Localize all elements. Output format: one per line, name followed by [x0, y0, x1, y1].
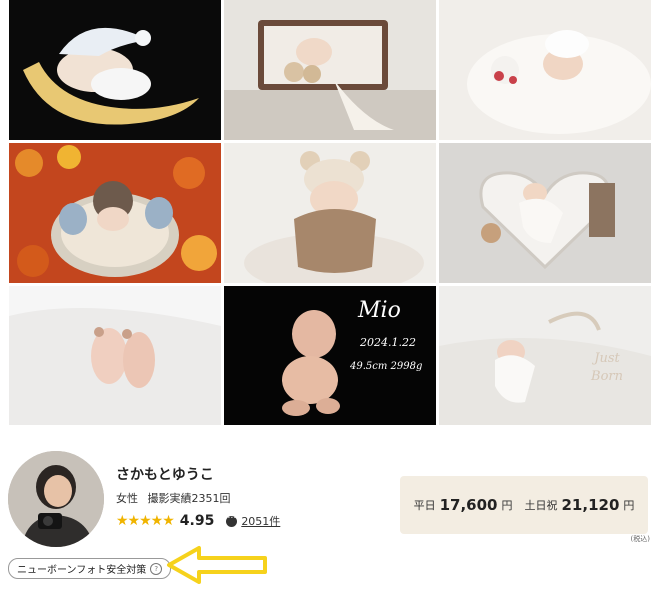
caption-line: Just [594, 351, 620, 366]
weekday-label: 平日 [413, 499, 436, 512]
gallery-photo[interactable] [439, 143, 651, 283]
safety-measures-badge[interactable]: ニューボーンフォト安全対策 ? [8, 558, 172, 579]
review-count-link[interactable]: 2051件 [241, 513, 280, 529]
tax-note: (税込) [630, 535, 650, 543]
weekday-price: 17,600 [439, 496, 498, 514]
rating-value: 4.95 [179, 513, 215, 529]
currency-label: 円 [623, 499, 635, 512]
photo-autumn-leaves [9, 143, 221, 283]
gallery-photo[interactable] [9, 286, 221, 425]
photographer-profile: さかもとゆうこ 女性 撮影実績2351回 ★★★★★ 4.95 2051件 ニュ… [0, 440, 662, 596]
photo-caption-overlay: Just Born [591, 350, 623, 386]
photo-mio-portrait [224, 286, 436, 425]
help-icon[interactable]: ? [150, 562, 163, 575]
photo-gallery: Mio 2024.1.22 49.5cm 2998g Just Born [9, 0, 651, 425]
photo-bear-hat [224, 143, 436, 283]
gender-label: 女性 [116, 492, 138, 505]
photo-stats-overlay: 49.5cm 2998g [350, 361, 423, 372]
caption-line: Born [591, 369, 623, 384]
photo-moon-pillow [9, 0, 221, 140]
avatar[interactable] [8, 451, 104, 547]
gallery-photo[interactable] [9, 143, 221, 283]
photographer-name[interactable]: さかもとゆうこ [116, 464, 214, 484]
star-rating-icon: ★★★★★ [116, 513, 175, 529]
photographer-portrait [8, 451, 104, 547]
arrow-annotation-icon [167, 546, 267, 584]
rating-row: ★★★★★ 4.95 2051件 [116, 511, 280, 530]
currency-label: 円 [501, 499, 513, 512]
photographer-meta: 女性 撮影実績2351回 [116, 490, 237, 506]
photo-baby-feet [9, 286, 221, 425]
shoot-record: 撮影実績2351回 [147, 492, 231, 505]
gallery-photo[interactable] [9, 0, 221, 140]
photo-date-overlay: 2024.1.22 [360, 336, 416, 349]
gallery-photo[interactable]: Just Born [439, 286, 651, 425]
photo-lamb-toy [439, 0, 651, 140]
gallery-photo[interactable]: Mio 2024.1.22 49.5cm 2998g [224, 286, 436, 425]
weekend-label: 土日祝 [524, 499, 558, 512]
speech-bubble-icon [226, 511, 238, 527]
gallery-photo[interactable] [224, 0, 436, 140]
gallery-photo[interactable] [439, 0, 651, 140]
photo-name-overlay: Mio [358, 298, 401, 323]
photo-wooden-crib [224, 0, 436, 140]
photo-heart-tray [439, 143, 651, 283]
weekend-price: 21,120 [561, 496, 620, 514]
price-box: 平日 17,600 円 土日祝 21,120 円 [400, 476, 648, 534]
gallery-photo[interactable] [224, 143, 436, 283]
safety-badge-label: ニューボーンフォト安全対策 [17, 565, 147, 576]
